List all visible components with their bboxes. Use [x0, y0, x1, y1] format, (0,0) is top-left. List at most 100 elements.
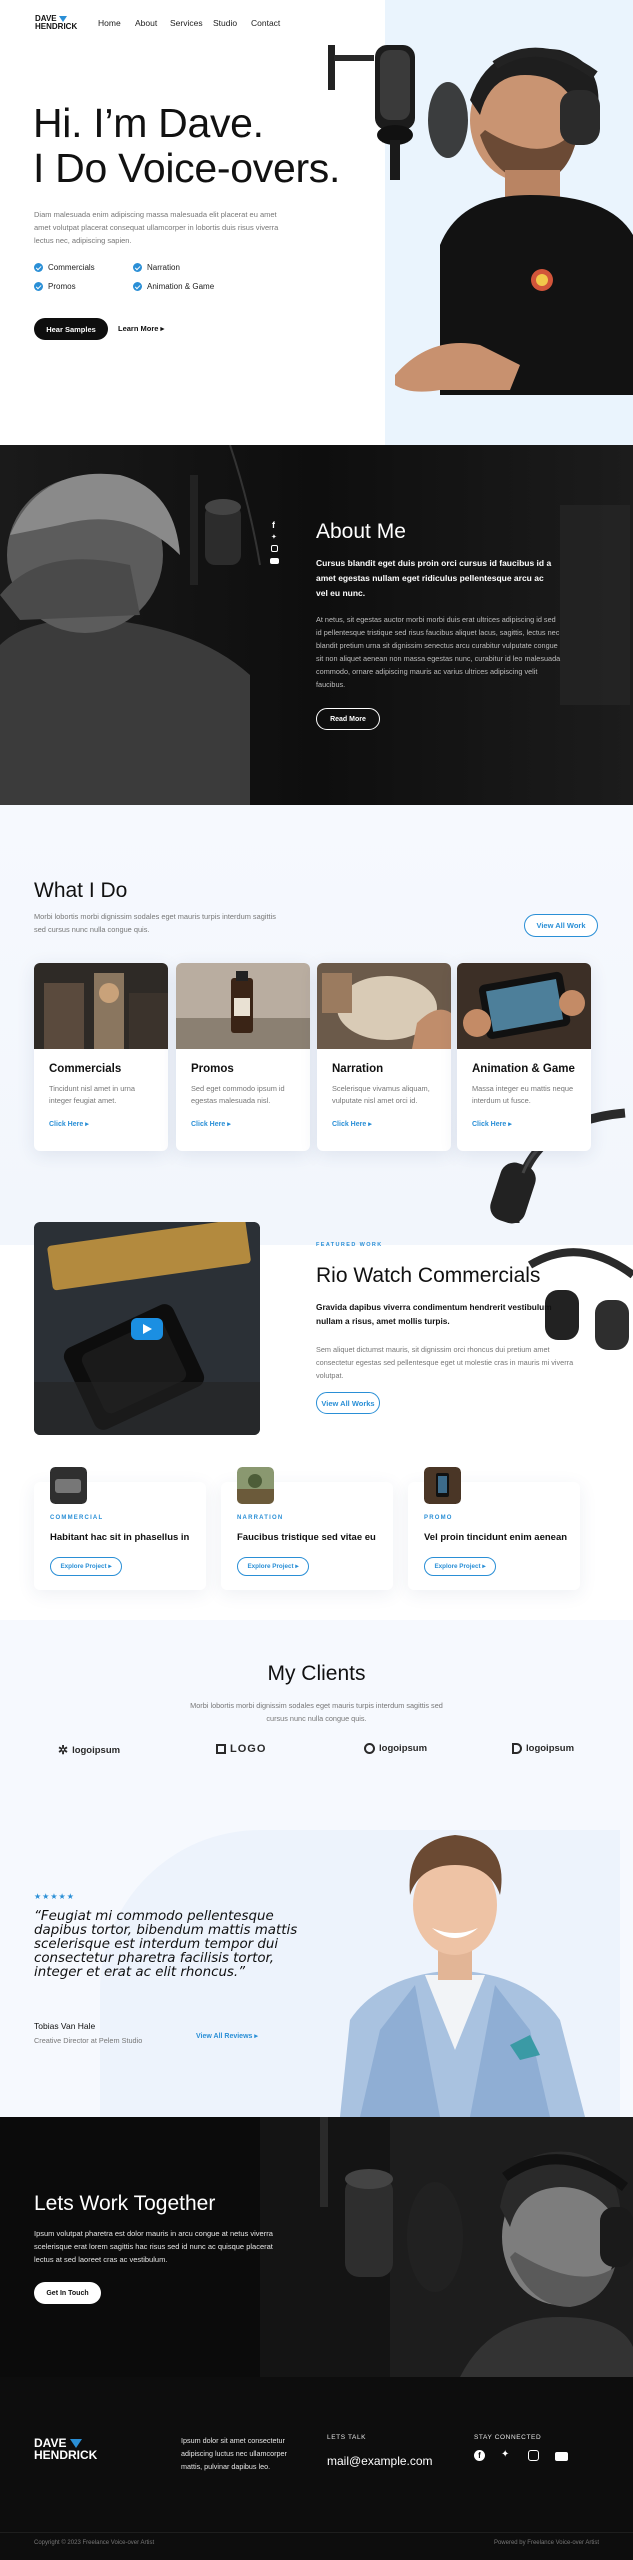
- twitter-icon[interactable]: ✦: [501, 2449, 509, 2460]
- facebook-icon[interactable]: f: [272, 520, 275, 530]
- logo-line2: HENDRICK: [35, 22, 78, 31]
- youtube-icon[interactable]: [555, 2452, 568, 2461]
- check-icon: [133, 263, 142, 273]
- service-commercials: Commercials: [34, 263, 95, 273]
- explore-project-button[interactable]: Explore Project ▸: [424, 1557, 496, 1576]
- caret-right-icon: ▸: [254, 2033, 258, 2040]
- cta-section: Lets Work Together Ipsum volutpat pharet…: [0, 2117, 633, 2377]
- nav-contact[interactable]: Contact: [251, 18, 280, 28]
- instagram-icon[interactable]: [271, 545, 278, 552]
- reviewer-name: Tobias Van Hale: [34, 2021, 96, 2031]
- footer-logo[interactable]: DAVE HENDRICK: [34, 2437, 97, 2461]
- service-card-animation[interactable]: Animation & Game Massa integer eu mattis…: [457, 963, 591, 1151]
- cta-photo: [260, 2117, 633, 2377]
- client-logo-text: logoipsum: [72, 1744, 121, 1756]
- instagram-icon[interactable]: [528, 2450, 539, 2461]
- featured-title: Rio Watch Commercials: [316, 1264, 541, 1287]
- featured-lead: Gravida dapibus viverra condimentum hend…: [316, 1302, 552, 1326]
- nav-home[interactable]: Home: [98, 18, 121, 28]
- facebook-icon[interactable]: f: [474, 2450, 485, 2461]
- clients-title: My Clients: [267, 1662, 366, 1685]
- testimonial-section: ★★★★★ “Feugiat mi commodo pellentesque d…: [0, 1800, 633, 2117]
- card-image: [34, 963, 168, 1049]
- project-category: COMMERCIAL: [50, 1515, 104, 1521]
- what-title: What I Do: [34, 879, 128, 902]
- hero-section: DAVE HENDRICK Home About Services Studio…: [0, 0, 633, 445]
- service-card-narration[interactable]: Narration Scelerisque vivamus aliquam, v…: [317, 963, 451, 1151]
- featured-body: Sem aliquet dictumst mauris, sit digniss…: [316, 1345, 574, 1380]
- check-icon: [133, 282, 142, 292]
- service-label: Narration: [147, 263, 180, 272]
- click-here-link[interactable]: Click Here ▸: [332, 1120, 372, 1128]
- card-image: [317, 963, 451, 1049]
- hero-intro: Diam malesuada enim adipiscing massa mal…: [34, 210, 279, 245]
- twitter-icon[interactable]: ✦: [271, 533, 277, 541]
- card-text: Tincidunt nisl amet in urna integer feug…: [49, 1084, 135, 1105]
- what-subtitle: Morbi lobortis morbi dignissim sodales e…: [34, 912, 276, 934]
- nav-services[interactable]: Services: [170, 18, 203, 28]
- explore-project-button[interactable]: Explore Project ▸: [237, 1557, 309, 1576]
- hero-photo: [328, 45, 633, 395]
- footer-email[interactable]: mail@example.com: [327, 2454, 433, 2468]
- client-logo-3: logoipsum: [364, 1743, 427, 1754]
- footer: DAVE HENDRICK Ipsum dolor sit amet conse…: [0, 2377, 633, 2560]
- click-here-link[interactable]: Click Here ▸: [472, 1120, 512, 1128]
- caret-right-icon: ▸: [227, 1121, 231, 1128]
- caret-right-icon: ▸: [368, 1121, 372, 1128]
- service-card-promos[interactable]: Promos Sed eget commodo ipsum id egestas…: [176, 963, 310, 1151]
- click-here-label: Click Here: [332, 1121, 367, 1128]
- client-logo-text: logoipsum: [379, 1743, 428, 1754]
- card-text: Massa integer eu mattis neque interdum u…: [472, 1084, 574, 1105]
- client-logo-text: LOGO: [230, 1743, 267, 1755]
- service-card-commercials[interactable]: Commercials Tincidunt nisl amet in urna …: [34, 963, 168, 1151]
- explore-label: Explore Project: [434, 1563, 481, 1570]
- click-here-label: Click Here: [49, 1121, 84, 1128]
- logo-mark-icon: [69, 2439, 82, 2449]
- service-label: Commercials: [48, 263, 95, 272]
- click-here-link[interactable]: Click Here ▸: [49, 1120, 89, 1128]
- nav-about[interactable]: About: [135, 18, 157, 28]
- card-title: Commercials: [49, 1063, 122, 1075]
- view-all-reviews-link[interactable]: View All Reviews ▸: [196, 2032, 258, 2040]
- click-here-link[interactable]: Click Here ▸: [191, 1120, 231, 1128]
- nav-studio[interactable]: Studio: [213, 18, 237, 28]
- clients-subtitle: Morbi lobortis morbi dignissim sodales e…: [190, 1701, 443, 1723]
- client-logo-1: ✲ logoipsum: [58, 1743, 120, 1757]
- card-text: Sed eget commodo ipsum id egestas malesu…: [191, 1084, 285, 1105]
- stay-connected-label: STAY CONNECTED: [474, 2434, 542, 2441]
- project-card-2[interactable]: NARRATION Faucibus tristique sed vitae e…: [221, 1467, 393, 1590]
- rating-stars: ★★★★★: [34, 1892, 75, 1901]
- logo[interactable]: DAVE HENDRICK: [35, 15, 77, 31]
- project-thumbnail: [50, 1467, 87, 1504]
- service-animation: Animation & Game: [133, 282, 215, 292]
- footer-social-icons: f ✦: [474, 2449, 584, 2464]
- caret-right-icon: ▸: [295, 1563, 299, 1570]
- play-video-button[interactable]: [131, 1318, 163, 1340]
- explore-project-button[interactable]: Explore Project ▸: [50, 1557, 122, 1576]
- project-card-3[interactable]: PROMO Vel proin tincidunt enim aenean Ex…: [408, 1467, 580, 1590]
- powered-by: Powered by Freelance Voice-over Artist: [493, 2540, 599, 2546]
- service-label: Animation & Game: [147, 282, 215, 291]
- project-card-1[interactable]: COMMERCIAL Habitant hac sit in phasellus…: [34, 1467, 206, 1590]
- about-lead: Cursus blandit eget duis proin orci curs…: [316, 558, 552, 598]
- cta-title: Lets Work Together: [34, 2192, 216, 2215]
- project-title: Faucibus tristique sed vitae eu: [237, 1532, 376, 1543]
- logo-d-icon: [512, 1743, 522, 1754]
- learn-more-link[interactable]: Learn More ▸: [118, 324, 164, 333]
- hear-samples-button[interactable]: Hear Samples: [34, 318, 108, 340]
- learn-more-label: Learn More: [118, 324, 159, 333]
- footer-logo-line2: HENDRICK: [34, 2448, 98, 2462]
- youtube-icon[interactable]: [270, 558, 279, 564]
- view-all-work-button[interactable]: View All Work: [524, 914, 598, 937]
- read-more-button[interactable]: Read More: [316, 708, 380, 730]
- hero-title-line2: I Do Voice-overs.: [33, 145, 341, 191]
- lets-talk-label: LETS TALK: [327, 2434, 367, 2441]
- footer-text: Ipsum dolor sit amet consectetur adipisc…: [181, 2436, 287, 2471]
- card-title: Promos: [191, 1063, 234, 1075]
- get-in-touch-button[interactable]: Get In Touch: [34, 2282, 101, 2304]
- view-all-works-button[interactable]: View All Works: [316, 1392, 380, 1414]
- featured-kicker: FEATURED WORK: [316, 1242, 383, 1248]
- card-image: [176, 963, 310, 1049]
- testimonial-photo: [340, 1835, 585, 2117]
- logo-circle-icon: [364, 1743, 375, 1754]
